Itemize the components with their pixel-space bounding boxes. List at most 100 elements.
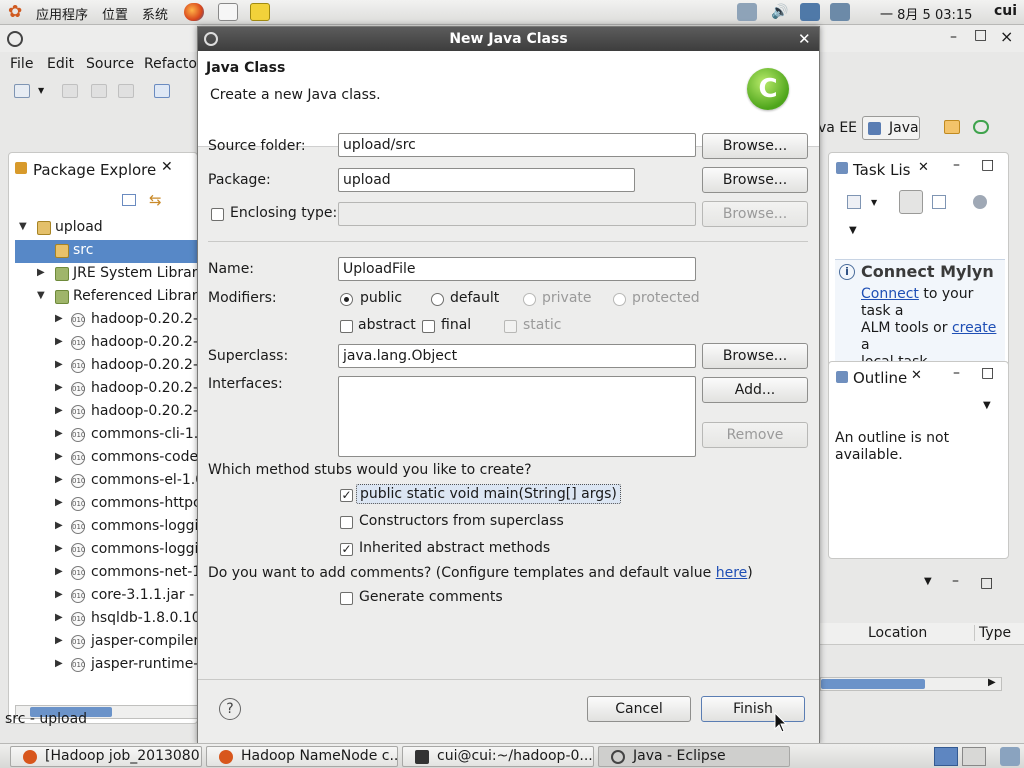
categorized-icon[interactable] (899, 190, 923, 214)
source-folder-field[interactable]: upload/src (338, 133, 696, 157)
collapse-all-icon[interactable] (122, 194, 136, 206)
tree-item-jar[interactable]: ▶ 010 commons-httpcl (15, 493, 199, 516)
workspace-switcher[interactable] (962, 747, 986, 766)
enclosing-type-checkbox[interactable] (211, 208, 224, 221)
static-checkbox[interactable] (504, 320, 517, 333)
package-explorer-tab[interactable]: Package Explore (33, 161, 156, 179)
package-browse-button[interactable]: Browse... (702, 167, 808, 193)
column-type[interactable]: Type (974, 625, 1011, 641)
maximize-view-icon[interactable]: □ (980, 575, 993, 591)
trash-icon[interactable] (1000, 747, 1020, 766)
main-stub-checkbox[interactable]: ✓ (340, 489, 353, 502)
tree-item-referenced[interactable]: ▼ Referenced Librarie (15, 286, 199, 309)
maximize-icon[interactable]: □ (974, 27, 987, 43)
minimize-icon[interactable]: – (950, 29, 957, 45)
tree-item-jar[interactable]: ▶ 010 jasper-compiler- (15, 631, 199, 654)
places-menu[interactable]: 位置 (102, 4, 128, 23)
perspective-java-ee[interactable]: va EE (818, 120, 857, 136)
update-tray-icon[interactable] (830, 3, 850, 21)
connect-link[interactable]: Connect (861, 286, 919, 302)
gnome-foot-icon[interactable]: ✿ (8, 3, 28, 21)
cancel-button[interactable]: Cancel (587, 696, 691, 722)
java-perspective-icon[interactable] (944, 120, 960, 134)
close-tab-icon[interactable]: ✕ (161, 159, 173, 175)
tree-item-jar[interactable]: ▶ 010 commons-el-1.0 (15, 470, 199, 493)
finish-button[interactable]: Finish (701, 696, 805, 722)
view-menu-icon[interactable]: ▼ (924, 576, 932, 587)
taskbar-item-eclipse[interactable]: Java - Eclipse (598, 746, 790, 767)
link-editor-icon[interactable]: ⇆ (149, 191, 162, 209)
tree-item-jre[interactable]: ▶ JRE System Library (15, 263, 199, 286)
final-checkbox[interactable] (422, 320, 435, 333)
tree-item-jar[interactable]: ▶010hadoop-0.20.2-te (15, 378, 199, 401)
menu-refactor[interactable]: Refactor (144, 56, 203, 72)
close-tab-icon[interactable]: ✕ (918, 160, 929, 175)
display-tray-icon[interactable] (800, 3, 820, 21)
scroll-thumb[interactable] (821, 679, 925, 689)
protected-radio[interactable] (613, 293, 626, 306)
interfaces-list[interactable] (338, 376, 696, 457)
system-menu[interactable]: 系统 (142, 4, 168, 23)
mail-launcher-icon[interactable] (218, 3, 238, 21)
dropdown-arrow-icon[interactable]: ▼ (38, 86, 54, 100)
default-radio[interactable] (431, 293, 444, 306)
tree-item-jar[interactable]: ▶ 010 commons-codec (15, 447, 199, 470)
source-folder-browse-button[interactable]: Browse... (702, 133, 808, 159)
scroll-right-icon[interactable]: ▶ (988, 677, 996, 688)
menu-file[interactable]: File (10, 56, 33, 72)
minimize-view-icon[interactable]: – (953, 157, 960, 173)
tree-item-jar[interactable]: ▶ 010 hsqldb-1.8.0.10.j (15, 608, 199, 631)
help-icon[interactable]: ? (219, 698, 241, 720)
package-field[interactable]: upload (338, 168, 635, 192)
maximize-view-icon[interactable]: □ (981, 157, 994, 173)
tree-item-jar[interactable]: ▶010hadoop-0.20.2-to (15, 401, 199, 424)
class-name-field[interactable]: UploadFile (338, 257, 696, 281)
tree-item-src[interactable]: src (15, 240, 199, 263)
user-name[interactable]: cui (994, 3, 1017, 19)
volume-tray-icon[interactable]: 🔊 (770, 3, 790, 21)
tree-item-jar[interactable]: ▶ 010 core-3.1.1.jar - / (15, 585, 199, 608)
tree-item-jar[interactable]: ▶ 010 commons-loggin (15, 539, 199, 562)
scheduled-icon[interactable] (932, 195, 946, 209)
superclass-field[interactable]: java.lang.Object (338, 344, 696, 368)
clock[interactable]: 一 8月 5 03:15 (880, 4, 972, 23)
view-menu-icon[interactable]: ▼ (849, 225, 857, 236)
network-tray-icon[interactable] (737, 3, 757, 21)
create-link[interactable]: create (952, 320, 996, 336)
superclass-browse-button[interactable]: Browse... (702, 343, 808, 369)
firefox-launcher-icon[interactable] (184, 3, 204, 21)
close-tab-icon[interactable]: ✕ (911, 368, 922, 383)
print-icon[interactable] (118, 84, 134, 98)
tree-item-jar[interactable]: ▶ 010 hadoop-0.20.2-a (15, 309, 199, 332)
generate-comments-checkbox[interactable] (340, 592, 353, 605)
minimize-view-icon[interactable]: – (952, 573, 959, 589)
public-radio[interactable] (340, 293, 353, 306)
taskbar-item-hadoop-job[interactable]: [Hadoop job_2013080... (10, 746, 202, 767)
interfaces-add-button[interactable]: Add... (702, 377, 808, 403)
constructors-checkbox[interactable] (340, 516, 353, 529)
minimize-view-icon[interactable]: – (953, 365, 960, 381)
enclosing-type-browse-button[interactable]: Browse... (702, 201, 808, 227)
interfaces-remove-button[interactable]: Remove (702, 422, 808, 448)
abstract-checkbox[interactable] (340, 320, 353, 333)
tree-item-jar[interactable]: ▶ 010 commons-cli-1.2 (15, 424, 199, 447)
save-icon[interactable] (62, 84, 78, 98)
outline-tab[interactable]: Outline (853, 369, 907, 387)
workspace-switcher[interactable] (934, 747, 958, 766)
menu-edit[interactable]: Edit (47, 56, 74, 72)
focus-icon[interactable] (973, 195, 987, 209)
dialog-close-icon[interactable]: ✕ (798, 27, 811, 51)
notes-launcher-icon[interactable] (250, 3, 270, 21)
tree-item-jar[interactable]: ▶ 010 hadoop-0.20.2-e (15, 355, 199, 378)
templates-link[interactable]: here (716, 565, 748, 581)
taskbar-item-terminal[interactable]: cui@cui:~/hadoop-0.... (402, 746, 594, 767)
tree-item-jar[interactable]: ▶ 010 jasper-runtime-5 (15, 654, 199, 677)
tree-item-jar[interactable]: ▶ 010 commons-loggin (15, 516, 199, 539)
menu-source[interactable]: Source (86, 56, 134, 72)
refresh-icon[interactable] (973, 120, 989, 134)
applications-menu[interactable]: 应用程序 (36, 4, 88, 23)
inherited-checkbox[interactable]: ✓ (340, 543, 353, 556)
maximize-view-icon[interactable]: □ (981, 365, 994, 381)
tree-item-jar[interactable]: ▶ 010 hadoop-0.20.2-c (15, 332, 199, 355)
tree-item-jar[interactable]: ▶ 010 commons-net-1. (15, 562, 199, 585)
